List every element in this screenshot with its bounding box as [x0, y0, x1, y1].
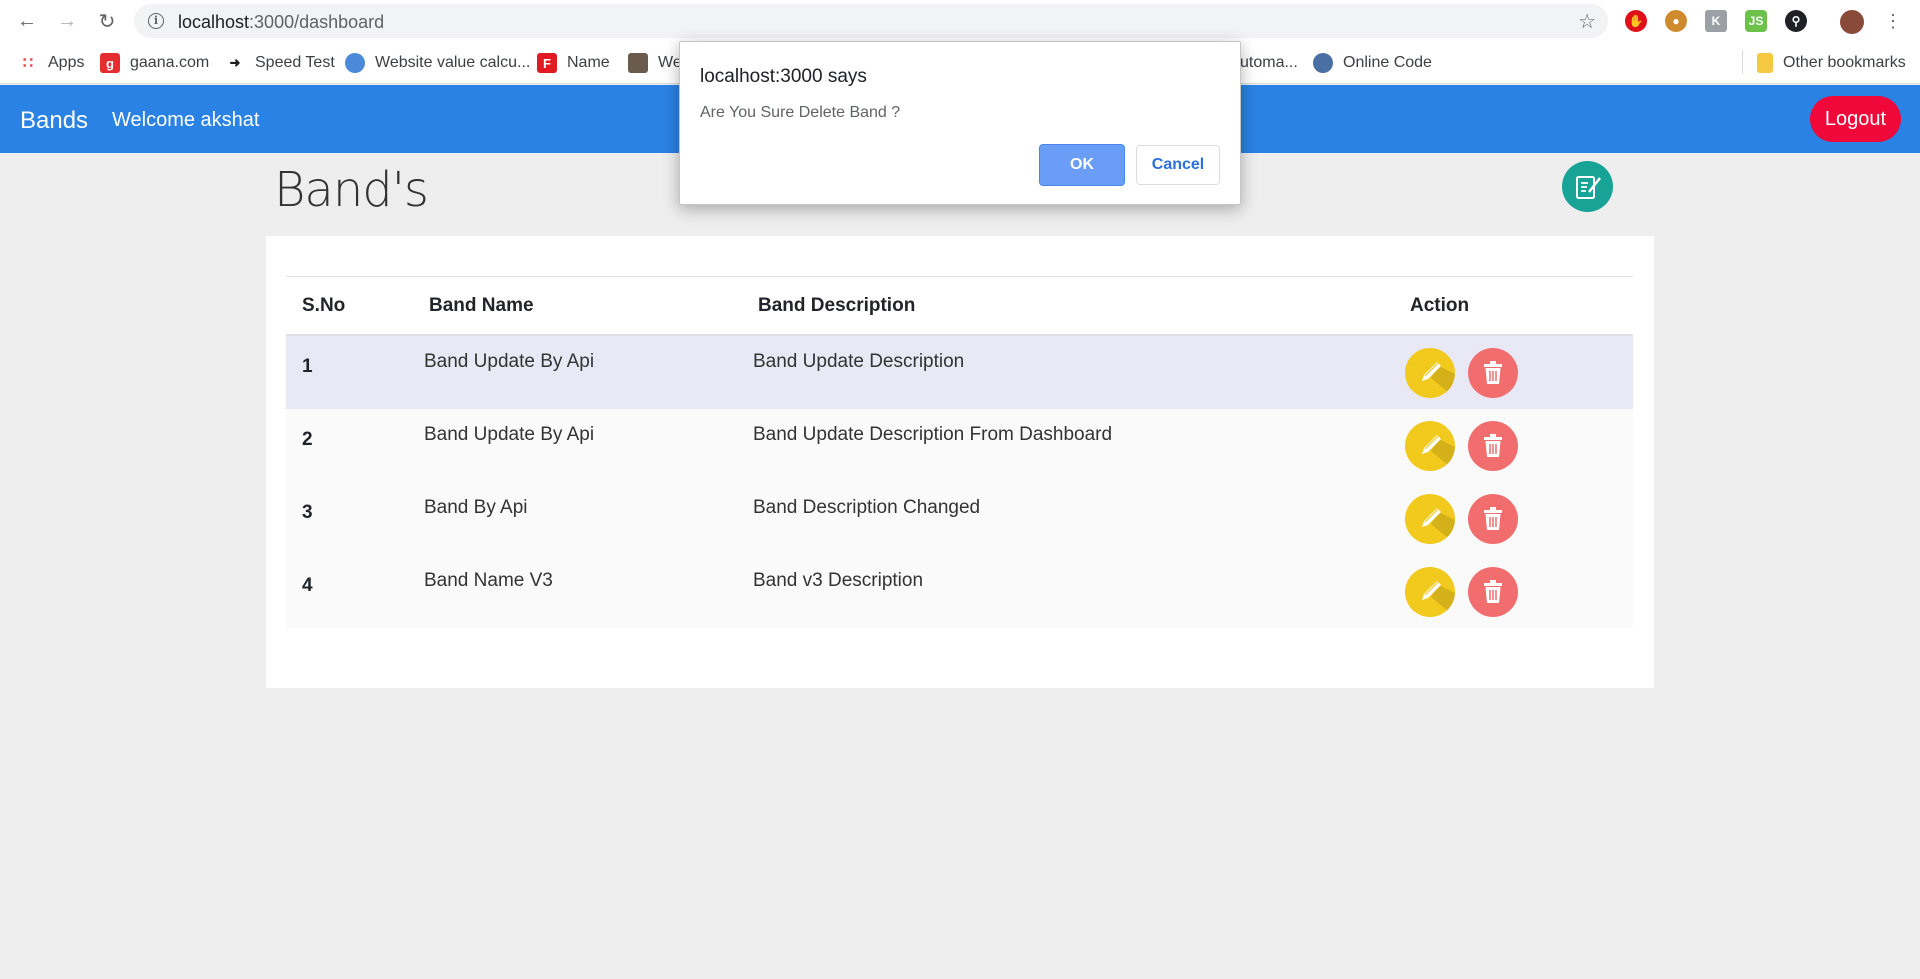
bookmark-label: utoma... [1240, 54, 1298, 71]
bookmark-label: Online Code [1343, 54, 1432, 71]
f-icon: F [537, 53, 557, 73]
table-header: S.No Band Name Band Description Action [286, 277, 1633, 336]
bookmark-speed-test[interactable]: ➜ Speed Test [225, 52, 335, 74]
url-host: localhost [178, 12, 250, 32]
pencil-icon [1422, 435, 1455, 471]
browser-toolbar: ← → ↻ i localhost:3000/dashboard ☆ ✋ ● K… [0, 0, 1920, 42]
delete-button[interactable] [1468, 567, 1518, 617]
online-code-icon [1313, 53, 1333, 73]
dialog-title: localhost:3000 says [700, 66, 867, 87]
edit-note-icon [1575, 175, 1601, 199]
edit-button[interactable] [1405, 348, 1455, 398]
speed-test-icon: ➜ [229, 55, 241, 70]
page-title: Band's [274, 162, 429, 218]
pencil-icon [1422, 508, 1455, 544]
row-band-description: Band Update Description [753, 351, 965, 372]
delete-button[interactable] [1468, 421, 1518, 471]
delete-button[interactable] [1468, 348, 1518, 398]
bookmark-label: Name [567, 54, 610, 71]
trash-icon [1484, 580, 1502, 603]
bookmark-label: Apps [48, 54, 85, 71]
keyboard-extension-icon[interactable]: K [1705, 10, 1727, 32]
bookmark-online-code[interactable]: Online Code [1313, 52, 1432, 74]
confirm-dialog: localhost:3000 says Are You Sure Delete … [679, 41, 1241, 205]
url-text: localhost:3000/dashboard [178, 12, 384, 33]
row-band-name: Band Update By Api [424, 351, 595, 372]
cookie-extension-icon[interactable]: ● [1665, 10, 1687, 32]
bands-card: S.No Band Name Band Description Action 1… [266, 236, 1654, 688]
dialog-cancel-button[interactable]: Cancel [1136, 145, 1220, 185]
logout-button[interactable]: Logout [1810, 96, 1901, 142]
table-row: 3 Band By Api Band Description Changed [286, 482, 1633, 555]
adblock-extension-icon[interactable]: ✋ [1625, 10, 1647, 32]
bookmark-label: gaana.com [130, 54, 210, 71]
row-band-name: Band By Api [424, 497, 528, 518]
profile-avatar[interactable] [1840, 10, 1864, 34]
bookmark-website-value[interactable]: Website value calcu... [345, 52, 530, 74]
forward-icon[interactable]: → [54, 8, 80, 34]
brand-link[interactable]: Bands [20, 107, 88, 135]
edit-button[interactable] [1405, 421, 1455, 471]
url-path: :3000/dashboard [249, 12, 385, 32]
pencil-icon [1422, 362, 1455, 398]
bookmark-label: Speed Test [255, 54, 335, 71]
table-row: 2 Band Update By Api Band Update Descrip… [286, 409, 1633, 482]
edit-button[interactable] [1405, 567, 1455, 617]
bands-table: S.No Band Name Band Description Action 1… [286, 276, 1633, 628]
trash-icon [1484, 361, 1502, 384]
bookmark-automa[interactable]: utoma... [1240, 52, 1298, 74]
table-row: 4 Band Name V3 Band v3 Description [286, 555, 1633, 628]
row-sno: 3 [302, 502, 313, 523]
dialog-ok-button[interactable]: OK [1039, 144, 1125, 186]
row-sno: 1 [302, 356, 313, 377]
row-band-name: Band Name V3 [424, 570, 553, 591]
nodejs-extension-icon[interactable]: JS [1745, 10, 1767, 32]
pencil-icon [1422, 581, 1455, 617]
row-band-description: Band Description Changed [753, 497, 981, 518]
folder-icon [1757, 53, 1773, 73]
bookmark-gaana[interactable]: g gaana.com [100, 52, 209, 74]
row-band-description: Band Update Description From Dashboard [753, 424, 1113, 445]
bookmark-apps[interactable]: ∷ Apps [18, 52, 85, 74]
back-icon[interactable]: ← [14, 8, 40, 34]
bookmarks-divider [1742, 50, 1743, 74]
header-band-description: Band Description [758, 295, 916, 316]
website-value-icon [345, 53, 365, 73]
trash-icon [1484, 507, 1502, 530]
bookmark-other[interactable]: Other bookmarks [1757, 52, 1906, 74]
we-icon [628, 53, 648, 73]
search-extension-icon[interactable]: ⚲ [1785, 10, 1807, 32]
apps-grid-icon: ∷ [22, 55, 34, 72]
header-band-name: Band Name [429, 295, 534, 316]
row-sno: 2 [302, 429, 313, 450]
bookmark-we[interactable]: We [628, 52, 682, 74]
row-sno: 4 [302, 575, 313, 596]
header-sno: S.No [302, 295, 346, 316]
row-band-description: Band v3 Description [753, 570, 924, 591]
reload-icon[interactable]: ↻ [94, 8, 120, 34]
bookmark-label: Other bookmarks [1783, 54, 1906, 71]
bookmark-star-icon[interactable]: ☆ [1578, 9, 1596, 34]
add-band-button[interactable] [1562, 161, 1613, 212]
row-band-name: Band Update By Api [424, 424, 595, 445]
menu-kebab-icon[interactable]: ⋮ [1880, 8, 1906, 34]
table-row: 1 Band Update By Api Band Update Descrip… [286, 336, 1633, 409]
site-info-icon[interactable]: i [148, 13, 164, 29]
welcome-text: Welcome akshat [112, 109, 260, 131]
dialog-message: Are You Sure Delete Band ? [700, 104, 901, 121]
bookmark-name[interactable]: F Name [537, 52, 610, 74]
edit-button[interactable] [1405, 494, 1455, 544]
gaana-icon: g [100, 53, 120, 73]
trash-icon [1484, 434, 1502, 457]
bookmark-label: Website value calcu... [375, 54, 531, 71]
header-action: Action [1410, 295, 1470, 316]
delete-button[interactable] [1468, 494, 1518, 544]
address-bar[interactable]: i localhost:3000/dashboard ☆ [134, 4, 1608, 38]
